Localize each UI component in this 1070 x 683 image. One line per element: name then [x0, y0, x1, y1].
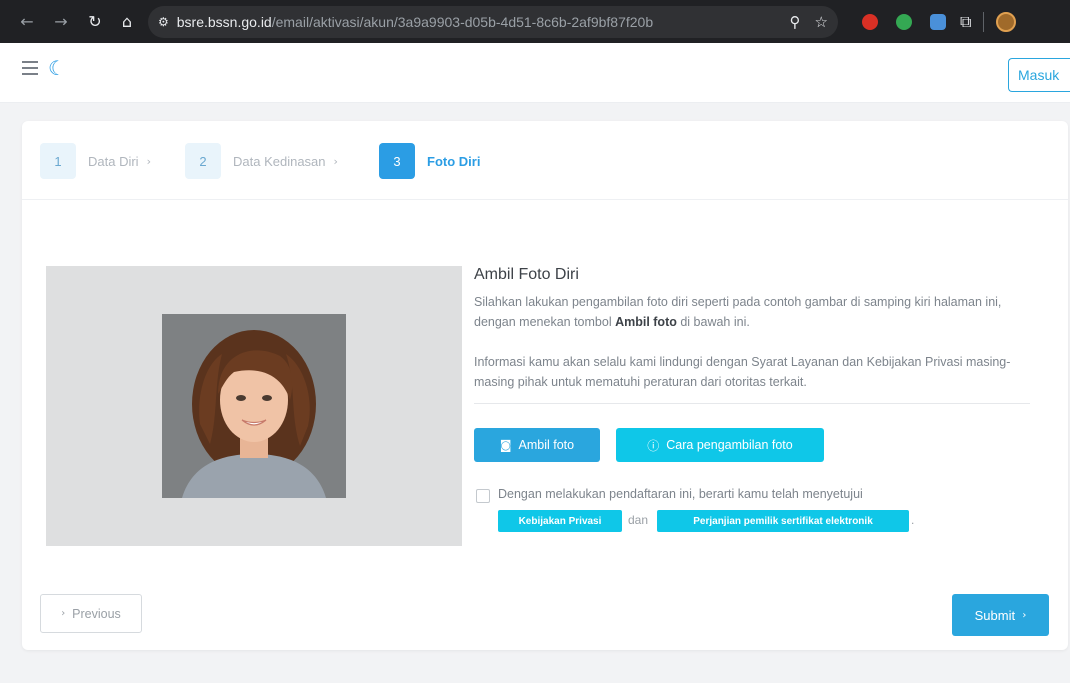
chevron-right-icon: › [1022, 609, 1027, 621]
how-to-take-photo-button[interactable]: ⓘ Cara pengambilan foto [616, 428, 824, 462]
step-data-kedinasan[interactable]: 2 Data Kedinasan › [185, 143, 338, 179]
browser-toolbar: ← → ↻ ⌂ ⚙ bsre.bssn.go.id/email/aktivasi… [0, 0, 1070, 43]
submit-button[interactable]: Submit › [952, 594, 1049, 636]
step-label: Foto Diri [427, 153, 481, 169]
stepper: 1 Data Diri › 2 Data Kedinasan › 3 Foto … [22, 121, 1068, 200]
instructions-section: Ambil Foto Diri Silahkan lakukan pengamb… [474, 266, 1034, 392]
take-photo-button[interactable]: ◙ Ambil foto [474, 428, 600, 462]
step-foto-diri[interactable]: 3 Foto Diri [379, 143, 480, 179]
login-button[interactable]: Masuk [1008, 58, 1070, 92]
chevron-right-icon: › [146, 154, 151, 168]
step-number: 3 [379, 143, 415, 179]
privacy-policy-link[interactable]: Kebijakan Privasi [498, 510, 622, 532]
previous-button[interactable]: › Previous [40, 594, 142, 633]
and-text: dan [628, 513, 649, 527]
forward-arrow-icon[interactable]: → [48, 9, 74, 35]
step-number: 1 [40, 143, 76, 179]
section-title: Ambil Foto Diri [474, 266, 579, 283]
url-host: bsre.bssn.go.id [176, 13, 272, 30]
url-text[interactable]: bsre.bssn.go.id/email/aktivasi/akun/3a9a… [177, 14, 776, 30]
zoom-icon[interactable]: ⚲ [790, 13, 801, 31]
example-portrait-image [162, 314, 346, 498]
url-path: /email/aktivasi/akun/3a9a9903-d05b-4d51-… [271, 13, 654, 30]
step-number: 2 [185, 143, 221, 179]
extensions-puzzle-icon[interactable]: ⧉ [960, 12, 971, 32]
toolbar-divider [983, 11, 985, 32]
instruction-text: Silahkan lakukan pengambilan foto diri s… [474, 292, 1034, 332]
info-icon: ⓘ [647, 438, 660, 453]
agree-text: Dengan melakukan pendaftaran ini, berart… [498, 487, 863, 501]
reload-icon[interactable]: ↻ [82, 9, 108, 35]
home-icon[interactable]: ⌂ [114, 9, 140, 35]
how-to-label: Cara pengambilan foto [666, 438, 793, 452]
address-bar[interactable]: ⚙ bsre.bssn.go.id/email/aktivasi/akun/3a… [148, 5, 838, 38]
step-data-diri[interactable]: 1 Data Diri › [40, 143, 151, 179]
dark-mode-moon-icon[interactable]: ☾ [48, 56, 66, 80]
camera-icon: ◙ [499, 438, 512, 452]
step-label: Data Kedinasan [233, 153, 326, 169]
take-photo-label: Ambil foto [518, 438, 575, 452]
bookmark-star-icon[interactable]: ☆ [815, 13, 828, 31]
extension-icon[interactable] [896, 13, 912, 30]
extension-icon[interactable] [930, 13, 946, 30]
chevron-left-icon: › [61, 608, 66, 619]
instruction-text-bold: Ambil foto [615, 315, 677, 329]
certificate-agreement-link[interactable]: Perjanjian pemilik sertifikat elektronik [657, 510, 909, 532]
app-header: ☾ Masuk [0, 43, 1070, 103]
agree-checkbox[interactable] [476, 489, 490, 503]
profile-avatar[interactable] [996, 11, 1017, 32]
extension-icon[interactable] [862, 13, 878, 30]
hamburger-menu-icon[interactable] [22, 61, 38, 75]
chevron-right-icon: › [333, 154, 338, 168]
site-info-icon[interactable]: ⚙ [158, 15, 169, 29]
step-label: Data Diri [88, 153, 139, 169]
example-photo-panel [46, 266, 462, 546]
back-arrow-icon[interactable]: ← [14, 9, 40, 35]
privacy-info-text: Informasi kamu akan selalu kami lindungi… [474, 355, 1011, 389]
registration-card: 1 Data Diri › 2 Data Kedinasan › 3 Foto … [22, 121, 1068, 650]
instruction-text-end: di bawah ini. [676, 315, 750, 329]
trailing-period: . [911, 513, 915, 527]
section-divider [474, 403, 1030, 404]
submit-label: Submit [974, 607, 1016, 623]
previous-label: Previous [72, 606, 121, 621]
